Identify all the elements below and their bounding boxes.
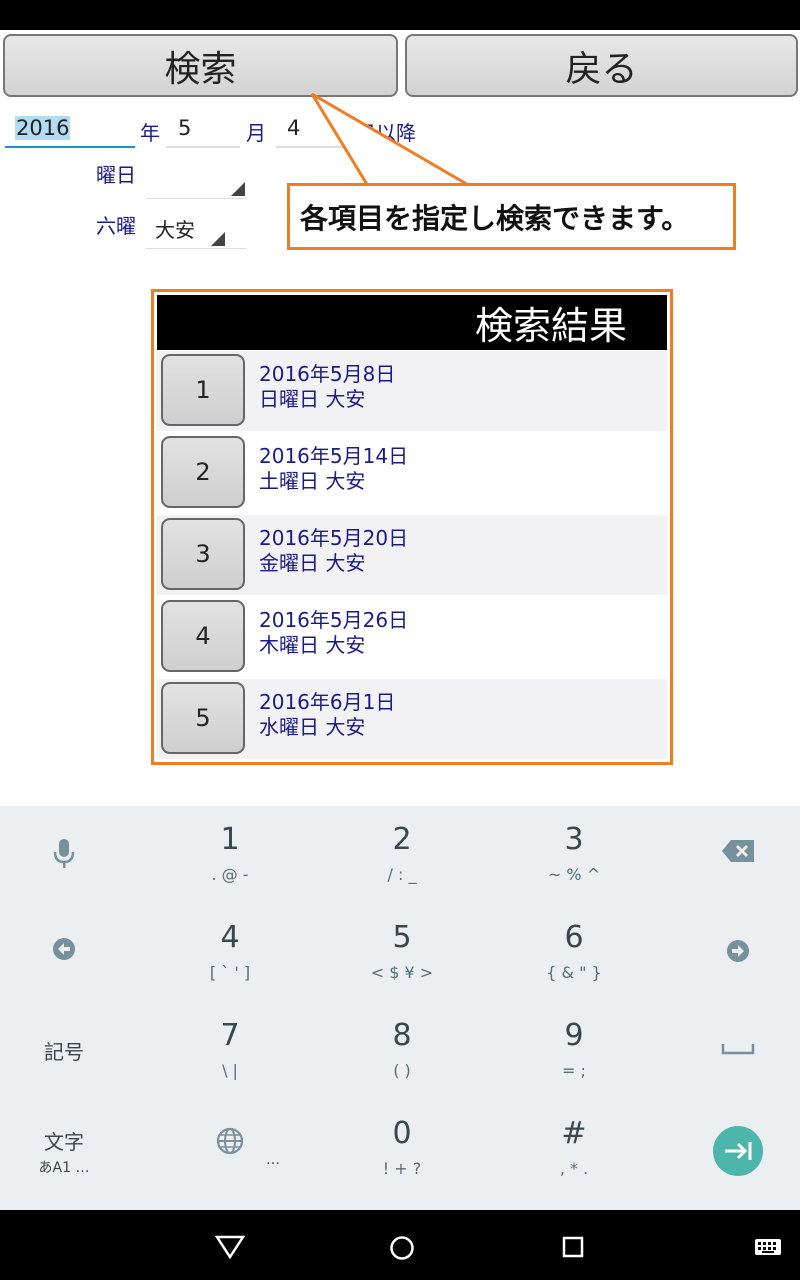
- callout-box: 各項目を指定し検索できます。: [287, 183, 736, 250]
- results-panel: 検索結果 1 2016年5月8日 日曜日 大安 2 2016年5月14日 土曜日…: [151, 289, 673, 765]
- key-6[interactable]: 6 { & " }: [524, 920, 624, 982]
- key-4[interactable]: 4 [ ` ' ]: [180, 920, 280, 982]
- key-7[interactable]: 7 \ |: [180, 1018, 280, 1080]
- key-7-sub: \ |: [222, 1061, 238, 1080]
- result-info: 日曜日 大安: [259, 387, 366, 411]
- space-key[interactable]: [698, 1038, 778, 1068]
- key-8-main: 8: [392, 1018, 412, 1053]
- key-9[interactable]: 9 = ;: [524, 1018, 624, 1080]
- mode-key[interactable]: 文字 あA1 …: [24, 1126, 104, 1186]
- key-2-main: 2: [392, 822, 412, 857]
- backspace-key[interactable]: [698, 838, 778, 878]
- numeric-keyboard: 記号 文字 あA1 … 1 . @ - 2 / : _ 3 ~ % ^ 4 [ ` ' …: [0, 806, 800, 1210]
- cursor-left-key[interactable]: [24, 934, 104, 994]
- rokuyo-dropdown-icon: [211, 232, 225, 246]
- result-info: 水曜日 大安: [259, 715, 366, 739]
- callout-text: 各項目を指定し検索できます。: [300, 201, 690, 235]
- year-unit: 年: [140, 121, 160, 145]
- result-button-4[interactable]: 4: [161, 600, 245, 672]
- key-6-sub: { & " }: [546, 963, 602, 982]
- keyboard-switch-icon[interactable]: [754, 1238, 782, 1256]
- result-button-3[interactable]: 3: [161, 518, 245, 590]
- key-5-main: 5: [392, 920, 412, 955]
- result-info: 土曜日 大安: [259, 469, 366, 493]
- microphone-icon: [53, 839, 75, 868]
- back-button[interactable]: 戻る: [405, 34, 798, 97]
- month-unit: 月: [246, 121, 266, 145]
- key-9-main: 9: [564, 1018, 584, 1053]
- mode-key-label: 文字: [44, 1130, 84, 1154]
- mode-key-ellipsis: …: [75, 1160, 90, 1176]
- result-row: 2 2016年5月14日 土曜日 大安: [157, 433, 667, 513]
- month-input[interactable]: 5: [178, 116, 191, 140]
- key-4-main: 4: [220, 920, 240, 955]
- enter-key[interactable]: [713, 1126, 763, 1176]
- back-nav-icon[interactable]: [214, 1234, 246, 1260]
- day-input[interactable]: 4: [287, 116, 300, 140]
- weekday-dropdown-icon: [231, 182, 245, 196]
- key-7-main: 7: [220, 1018, 240, 1053]
- backspace-icon: [722, 840, 754, 862]
- day-input-underline: [276, 146, 350, 148]
- day-unit: 日以降: [356, 121, 416, 145]
- key-0[interactable]: 0 ! + ?: [352, 1116, 452, 1178]
- recents-nav-icon[interactable]: [561, 1235, 585, 1259]
- rokuyo-spinner-line: [146, 248, 246, 249]
- result-row: 5 2016年6月1日 水曜日 大安: [157, 679, 667, 759]
- result-button-1[interactable]: 1: [161, 354, 245, 426]
- cursor-right-key[interactable]: [698, 936, 778, 976]
- symbols-key[interactable]: 記号: [24, 1036, 104, 1076]
- result-button-2[interactable]: 2: [161, 436, 245, 508]
- key-5[interactable]: 5 < $ ¥ >: [352, 920, 452, 982]
- mode-key-sub: あA1: [38, 1160, 72, 1176]
- key-2[interactable]: 2 / : _: [352, 822, 452, 884]
- result-button-5[interactable]: 5: [161, 682, 245, 754]
- year-value: 2016: [15, 116, 71, 140]
- key-0-main: 0: [392, 1116, 412, 1151]
- key-8-sub: ( ): [393, 1061, 411, 1080]
- home-nav-icon[interactable]: [388, 1234, 416, 1262]
- language-key[interactable]: …: [180, 1126, 280, 1186]
- microphone-key[interactable]: [24, 836, 104, 896]
- key-4-sub: [ ` ' ]: [209, 963, 251, 982]
- key-hash[interactable]: # , * .: [524, 1116, 624, 1178]
- tab-next-icon: [725, 1142, 752, 1160]
- globe-icon: [216, 1127, 244, 1155]
- key-hash-sub: , * .: [559, 1159, 589, 1178]
- result-row: 1 2016年5月8日 日曜日 大安: [157, 351, 667, 431]
- weekday-spinner-line: [146, 198, 246, 199]
- month-input-underline: [166, 146, 240, 148]
- search-button[interactable]: 検索: [3, 34, 398, 97]
- key-3[interactable]: 3 ~ % ^: [524, 822, 624, 884]
- rokuyo-spinner[interactable]: 大安: [155, 214, 195, 243]
- result-row: 4 2016年5月26日 木曜日 大安: [157, 597, 667, 677]
- arrow-left-icon: [53, 938, 75, 960]
- key-9-sub: = ;: [562, 1061, 586, 1080]
- key-3-sub: ~ % ^: [547, 865, 601, 884]
- key-1-main: 1: [220, 822, 240, 857]
- key-0-sub: ! + ?: [382, 1159, 422, 1178]
- rokuyo-label: 六曜: [96, 214, 136, 238]
- results-header: 検索結果: [157, 295, 667, 350]
- key-5-sub: < $ ¥ >: [370, 963, 434, 982]
- weekday-label: 曜日: [96, 163, 136, 187]
- key-6-main: 6: [564, 920, 584, 955]
- key-1-sub: . @ -: [211, 865, 249, 884]
- status-bar: [0, 0, 800, 30]
- arrow-right-icon: [727, 940, 749, 962]
- key-8[interactable]: 8 ( ): [352, 1018, 452, 1080]
- key-3-main: 3: [564, 822, 584, 857]
- space-icon: [721, 1044, 755, 1055]
- year-input[interactable]: 2016: [15, 116, 71, 140]
- result-info: 金曜日 大安: [259, 551, 366, 575]
- year-input-underline: [5, 146, 135, 148]
- key-2-sub: / : _: [387, 865, 417, 884]
- key-hash-main: #: [561, 1116, 587, 1151]
- result-row: 3 2016年5月20日 金曜日 大安: [157, 515, 667, 595]
- result-info: 木曜日 大安: [259, 633, 366, 657]
- key-1[interactable]: 1 . @ -: [180, 822, 280, 884]
- navigation-bar: [0, 1210, 800, 1280]
